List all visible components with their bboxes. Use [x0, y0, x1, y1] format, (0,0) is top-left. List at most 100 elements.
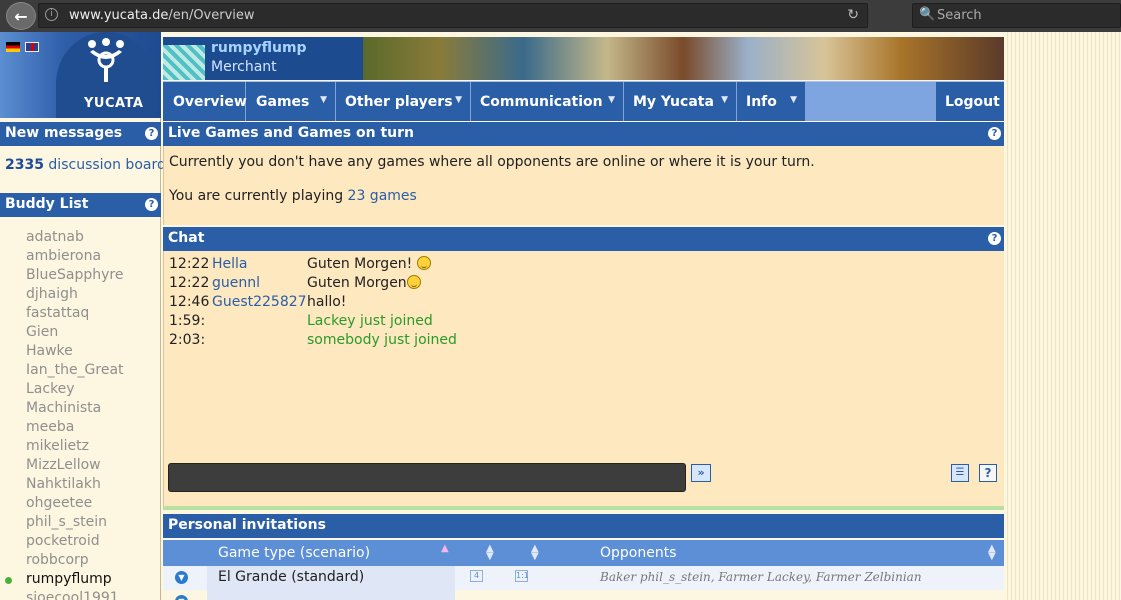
browser-toolbar: ← i www.yucata.de/en/Overview ↻ 🔍 Search: [0, 0, 1121, 32]
buddy-item[interactable]: Ian_the_Great: [26, 362, 124, 381]
back-arrow-icon[interactable]: ←: [6, 2, 36, 30]
help-button[interactable]: ?: [979, 464, 997, 482]
list-icon[interactable]: ☰: [951, 464, 969, 482]
logo-text[interactable]: YUCATA: [84, 96, 143, 111]
buddy-item[interactable]: Hawke: [26, 343, 124, 362]
logo-area: YUCATA: [0, 32, 161, 118]
sort-icon[interactable]: ▲ ▼: [531, 544, 539, 562]
user-rank: Merchant: [211, 59, 277, 75]
chat-input[interactable]: [168, 463, 686, 492]
logout-button[interactable]: Logout: [936, 82, 1004, 121]
chat-system-text: somebody just joined: [307, 332, 457, 348]
nav-my-yucata[interactable]: My Yucata ▼: [624, 82, 737, 121]
sort-up-icon[interactable]: ▲: [441, 544, 449, 554]
buddy-item[interactable]: Gien: [26, 324, 124, 343]
help-icon[interactable]: ?: [988, 127, 1001, 140]
nav-other-players[interactable]: Other players ▼: [336, 82, 471, 121]
avatar[interactable]: [163, 45, 205, 80]
send-arrow-icon[interactable]: »: [691, 464, 711, 482]
chat-user[interactable]: Hella: [212, 256, 248, 272]
buddy-list-title: Buddy List: [5, 196, 89, 212]
nav-label: My Yucata: [633, 94, 714, 110]
expand-icon[interactable]: ▼: [175, 595, 188, 600]
invitations-title: Personal invitations: [168, 517, 326, 533]
invitations-table-header: Game type (scenario) ▲ ▲ ▼ ▲ ▼ Opponents ▲…: [163, 540, 1004, 566]
smiley-icon: [416, 256, 431, 270]
opponents-list: Baker phil_s_stein, Farmer Lackey, Farme…: [600, 570, 922, 584]
chat-user[interactable]: Guest225827: [212, 294, 307, 310]
info-icon[interactable]: i: [45, 8, 58, 21]
sort-icon[interactable]: ▲ ▼: [486, 544, 494, 562]
buddy-item[interactable]: djhaigh: [26, 286, 124, 305]
chevron-down-icon: ▼: [455, 95, 462, 105]
games-count-line: You are currently playing 23 games: [169, 188, 417, 204]
online-status-icon: [5, 577, 12, 584]
chat-system-text: Lackey just joined: [307, 313, 433, 329]
nav-games[interactable]: Games ▼: [246, 82, 336, 121]
buddy-item[interactable]: MizzLellow: [26, 457, 124, 476]
buddy-item[interactable]: Lackey: [26, 381, 124, 400]
buddy-list-header: Buddy List ?: [0, 193, 161, 217]
nav-info[interactable]: Info ▼: [737, 82, 806, 121]
help-icon[interactable]: ?: [145, 127, 158, 140]
buddy-item[interactable]: fastattaq: [26, 305, 124, 324]
game-name[interactable]: El Grande (standard): [207, 566, 455, 590]
column-game-type[interactable]: Game type (scenario): [218, 545, 370, 561]
buddy-item[interactable]: meeba: [26, 419, 124, 438]
nav-label: Info: [746, 94, 777, 110]
resize-handle[interactable]: [163, 506, 1004, 510]
game-name[interactable]: [207, 590, 455, 600]
expand-icon[interactable]: ▼: [175, 571, 188, 584]
buddy-item[interactable]: ambierona: [26, 248, 124, 267]
reload-icon[interactable]: ↻: [847, 7, 859, 23]
buddy-item[interactable]: ohgeetee: [26, 495, 124, 514]
new-messages-title: New messages: [5, 125, 123, 141]
help-icon[interactable]: ?: [145, 198, 158, 211]
chat-time: 12:46: [169, 294, 210, 310]
search-icon: 🔍: [919, 7, 936, 22]
buddy-item[interactable]: pocketroid: [26, 533, 124, 552]
buddy-item[interactable]: Nahktilakh: [26, 476, 124, 495]
sort-icon[interactable]: ▲ ▼: [988, 544, 996, 562]
nav-spacer: [806, 82, 936, 121]
buddy-item[interactable]: BlueSapphyre: [26, 267, 124, 286]
yucata-logo-icon[interactable]: [86, 38, 126, 84]
nav-label: Overview: [173, 94, 247, 110]
chat-user[interactable]: guennl: [212, 275, 260, 291]
buddy-item[interactable]: Machinista: [26, 400, 124, 419]
buddy-item[interactable]: sjoecool1991: [26, 590, 124, 600]
browser-search-input[interactable]: 🔍 Search: [912, 3, 1121, 28]
english-flag-icon[interactable]: [25, 42, 40, 52]
nav-label: Games: [256, 94, 310, 110]
chat-time: 2:03:: [169, 332, 206, 348]
buddy-list: adatnab ambierona BlueSapphyre djhaigh f…: [26, 229, 124, 600]
live-games-status: Currently you don't have any games where…: [169, 154, 815, 170]
buddy-item[interactable]: robbcorp: [26, 552, 124, 571]
chevron-down-icon: ▼: [608, 95, 615, 105]
discussion-board-link[interactable]: 2335 discussion board: [5, 157, 166, 173]
buddy-item-online[interactable]: rumpyflump: [26, 571, 124, 590]
buddy-item[interactable]: phil_s_stein: [26, 514, 124, 533]
nav-communication[interactable]: Communication ▼: [471, 82, 624, 121]
page-background: [1004, 32, 1121, 600]
german-flag-icon[interactable]: [6, 42, 20, 52]
games-link[interactable]: 23 games: [348, 188, 417, 204]
chat-header: Chat ?: [163, 227, 1004, 251]
message-label: discussion board: [48, 157, 166, 173]
buddy-item[interactable]: mikelietz: [26, 438, 124, 457]
nav-label: Communication: [480, 94, 603, 110]
address-bar[interactable]: i www.yucata.de/en/Overview ↻: [38, 3, 868, 28]
table-row[interactable]: ▼ El Grande (standard) 4 1:1 Baker phil_…: [163, 566, 1004, 590]
chevron-down-icon: ▼: [790, 95, 797, 105]
chat-text: hallo!: [307, 294, 347, 310]
buddy-item[interactable]: adatnab: [26, 229, 124, 248]
chat-text-content: Guten Morgen: [307, 275, 407, 291]
main-nav: Overview Games ▼ Other players ▼ Communi…: [163, 81, 1004, 121]
user-name[interactable]: rumpyflump: [211, 40, 307, 56]
nav-label: Logout: [945, 94, 1000, 110]
nav-overview[interactable]: Overview: [163, 82, 247, 121]
table-row[interactable]: ▼: [163, 590, 1004, 600]
help-icon[interactable]: ?: [988, 232, 1001, 245]
column-opponents[interactable]: Opponents: [600, 545, 677, 561]
chat-time: 1:59:: [169, 313, 206, 329]
